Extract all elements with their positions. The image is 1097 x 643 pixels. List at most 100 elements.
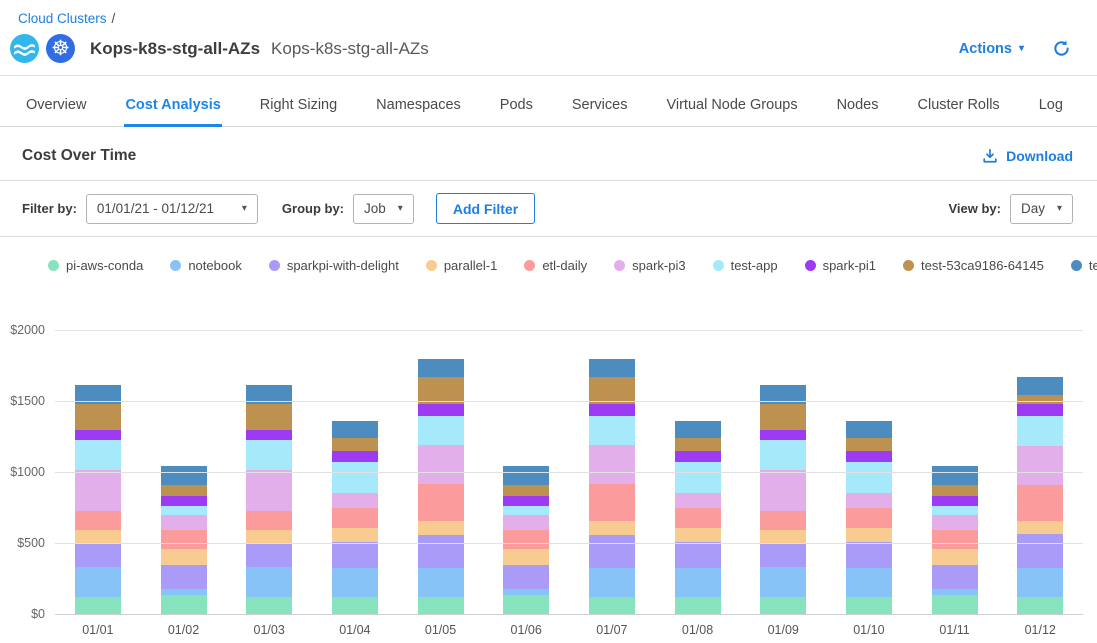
legend-dot-icon <box>524 260 535 271</box>
bar-segment-etl-daily <box>675 508 721 529</box>
date-range-value: 01/01/21 - 01/12/21 <box>97 201 230 216</box>
tab-cost-analysis[interactable]: Cost Analysis <box>124 82 221 127</box>
bar-segment-etl-daily <box>503 530 549 549</box>
y-axis-tick: $0 <box>0 607 45 621</box>
chevron-down-icon: ▾ <box>242 204 247 214</box>
bar-segment-spark-pi1 <box>675 451 721 462</box>
legend-dot-icon <box>269 260 280 271</box>
bar-segment-test-app <box>675 462 721 493</box>
bar-segment-sparkpi-with-delight <box>161 565 207 590</box>
x-axis-tick: 01/06 <box>483 623 569 637</box>
chevron-down-icon: ▾ <box>398 204 403 214</box>
bar-segment-sparkpi-with-delight <box>418 535 464 568</box>
bar-segment-spark-pi1 <box>418 404 464 416</box>
bar-segment-etl-daily <box>846 508 892 529</box>
x-axis-tick: 01/05 <box>398 623 484 637</box>
bar-segment-spark-pi3 <box>589 445 635 483</box>
bar-segment-test-53ca9186-64145 <box>760 404 806 431</box>
legend-item-test-pkix[interactable]: test-pkix <box>1071 258 1097 273</box>
tab-nodes[interactable]: Nodes <box>836 82 880 127</box>
bar-column-01/03 <box>226 331 312 615</box>
stacked-bar <box>161 466 207 615</box>
bar-segment-pi-aws-conda <box>503 595 549 615</box>
chevron-down-icon: ▾ <box>1057 204 1062 214</box>
legend-dot-icon <box>1071 260 1082 271</box>
bar-segment-test-pkix <box>332 421 378 439</box>
tab-overview[interactable]: Overview <box>25 82 87 127</box>
bar-segment-pi-aws-conda <box>75 597 121 615</box>
bar-segment-parallel-1 <box>675 528 721 541</box>
refresh-icon[interactable] <box>1052 39 1071 58</box>
bar-segment-notebook <box>332 568 378 596</box>
tab-virtual-node-groups[interactable]: Virtual Node Groups <box>665 82 798 127</box>
bar-segment-test-53ca9186-64145 <box>503 485 549 496</box>
bar-segment-spark-pi1 <box>246 430 292 440</box>
legend-item-etl-daily[interactable]: etl-daily <box>524 258 587 273</box>
tab-log[interactable]: Log <box>1038 82 1064 127</box>
download-button[interactable]: Download <box>982 148 1073 164</box>
legend-item-pi-aws-conda[interactable]: pi-aws-conda <box>48 258 143 273</box>
bar-segment-test-53ca9186-64145 <box>161 485 207 496</box>
bar-segment-etl-daily <box>760 511 806 529</box>
legend-item-parallel-1[interactable]: parallel-1 <box>426 258 497 273</box>
bar-segment-pi-aws-conda <box>246 597 292 615</box>
x-axis-tick: 01/02 <box>141 623 227 637</box>
stacked-bar <box>760 385 806 615</box>
breadcrumb-cloud-clusters-link[interactable]: Cloud Clusters <box>18 11 107 26</box>
add-filter-button[interactable]: Add Filter <box>436 193 535 224</box>
page-subtitle: Kops-k8s-stg-all-AZs <box>271 39 429 59</box>
bar-segment-spark-pi3 <box>332 493 378 508</box>
x-axis-tick: 01/04 <box>312 623 398 637</box>
x-axis-labels: 01/0101/0201/0301/0401/0501/0601/0701/08… <box>55 623 1083 637</box>
bar-segment-test-53ca9186-64145 <box>332 438 378 451</box>
tab-namespaces[interactable]: Namespaces <box>375 82 462 127</box>
group-by-select[interactable]: Job ▾ <box>353 194 414 224</box>
legend-dot-icon <box>614 260 625 271</box>
bar-segment-parallel-1 <box>846 528 892 541</box>
download-label: Download <box>1006 148 1073 164</box>
bar-segment-test-pkix <box>675 421 721 439</box>
legend-label: pi-aws-conda <box>66 258 143 273</box>
bar-column-01/02 <box>141 331 227 615</box>
bar-segment-spark-pi3 <box>932 515 978 530</box>
date-range-select[interactable]: 01/01/21 - 01/12/21 ▾ <box>86 194 258 224</box>
legend-item-test-53ca9186-64145[interactable]: test-53ca9186-64145 <box>903 258 1044 273</box>
bar-column-01/12 <box>997 331 1083 615</box>
legend-dot-icon <box>170 260 181 271</box>
tab-services[interactable]: Services <box>571 82 629 127</box>
y-axis-tick: $1500 <box>0 394 45 408</box>
stacked-bar <box>589 359 635 615</box>
bar-segment-test-53ca9186-64145 <box>1017 395 1063 404</box>
header-divider <box>0 75 1097 76</box>
bar-segment-sparkpi-with-delight <box>246 543 292 567</box>
bar-segment-spark-pi1 <box>589 404 635 416</box>
legend-item-test-app[interactable]: test-app <box>713 258 778 273</box>
legend-item-notebook[interactable]: notebook <box>170 258 242 273</box>
actions-button[interactable]: Actions ▾ <box>959 41 1024 57</box>
ocean-logo-icon <box>10 34 39 63</box>
tab-pods[interactable]: Pods <box>499 82 534 127</box>
stacked-bar <box>332 421 378 615</box>
bar-segment-pi-aws-conda <box>846 597 892 615</box>
bar-segment-pi-aws-conda <box>418 597 464 615</box>
download-icon <box>982 148 998 164</box>
tab-right-sizing[interactable]: Right Sizing <box>259 82 338 127</box>
tab-cluster-rolls[interactable]: Cluster Rolls <box>917 82 1001 127</box>
bar-segment-pi-aws-conda <box>589 597 635 615</box>
bar-segment-spark-pi3 <box>246 470 292 511</box>
bar-segment-notebook <box>1017 568 1063 596</box>
view-by-select[interactable]: Day ▾ <box>1010 194 1073 224</box>
legend-item-spark-pi1[interactable]: spark-pi1 <box>805 258 876 273</box>
legend-item-sparkpi-with-delight[interactable]: sparkpi-with-delight <box>269 258 399 273</box>
bar-segment-test-app <box>332 462 378 493</box>
bar-segment-sparkpi-with-delight <box>846 542 892 568</box>
y-axis-tick: $1000 <box>0 465 45 479</box>
bar-segment-parallel-1 <box>418 521 464 535</box>
stacked-bar <box>1017 377 1063 615</box>
legend-item-spark-pi3[interactable]: spark-pi3 <box>614 258 685 273</box>
bar-column-01/09 <box>740 331 826 615</box>
actions-button-label: Actions <box>959 41 1012 57</box>
cost-over-time-chart: 01/0101/0201/0301/0401/0501/0601/0701/08… <box>0 313 1097 643</box>
bar-segment-pi-aws-conda <box>932 595 978 615</box>
group-by-label: Group by: <box>282 201 344 216</box>
